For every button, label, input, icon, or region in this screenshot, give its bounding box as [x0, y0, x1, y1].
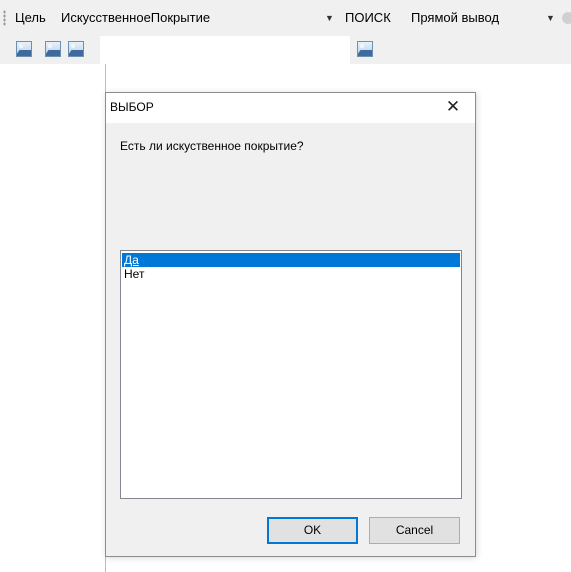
image-icon[interactable]	[68, 41, 84, 57]
close-icon[interactable]: ✕	[431, 93, 475, 123]
options-icon[interactable]	[562, 12, 571, 24]
search-chevron-down-icon[interactable]: ▼	[546, 5, 555, 31]
list-item[interactable]: Нет	[122, 267, 460, 281]
toolbar-blank-area	[100, 36, 350, 64]
top-toolbar: Цель ИскусственноеПокрытие ▼ ПОИСК Прямо…	[0, 0, 571, 37]
image-icon[interactable]	[16, 41, 32, 57]
ok-button[interactable]: OK	[267, 517, 358, 544]
search-method-value: Прямой вывод	[411, 10, 500, 25]
goal-combobox[interactable]: ИскусственноеПокрытие	[61, 5, 331, 31]
image-toolbar	[0, 36, 571, 64]
image-icon[interactable]	[45, 41, 61, 57]
search-label: ПОИСК	[345, 10, 391, 25]
image-icon[interactable]	[357, 41, 373, 57]
goal-label: Цель	[15, 10, 46, 25]
dialog-title: ВЫБОР	[110, 100, 154, 114]
search-method-combobox[interactable]: Прямой вывод	[411, 5, 539, 31]
options-listbox[interactable]: Да Нет	[120, 250, 462, 499]
dialog-titlebar[interactable]: ВЫБОР ✕	[106, 93, 475, 123]
list-item[interactable]: Да	[122, 253, 460, 267]
goal-value: ИскусственноеПокрытие	[61, 10, 211, 25]
question-label: Есть ли искуственное покрытие?	[120, 139, 304, 153]
goal-chevron-down-icon[interactable]: ▼	[325, 5, 334, 31]
choice-dialog: ВЫБОР ✕ Есть ли искуственное покрытие? Д…	[105, 92, 476, 557]
cancel-button[interactable]: Cancel	[369, 517, 460, 544]
toolbar-grip[interactable]	[3, 10, 6, 26]
